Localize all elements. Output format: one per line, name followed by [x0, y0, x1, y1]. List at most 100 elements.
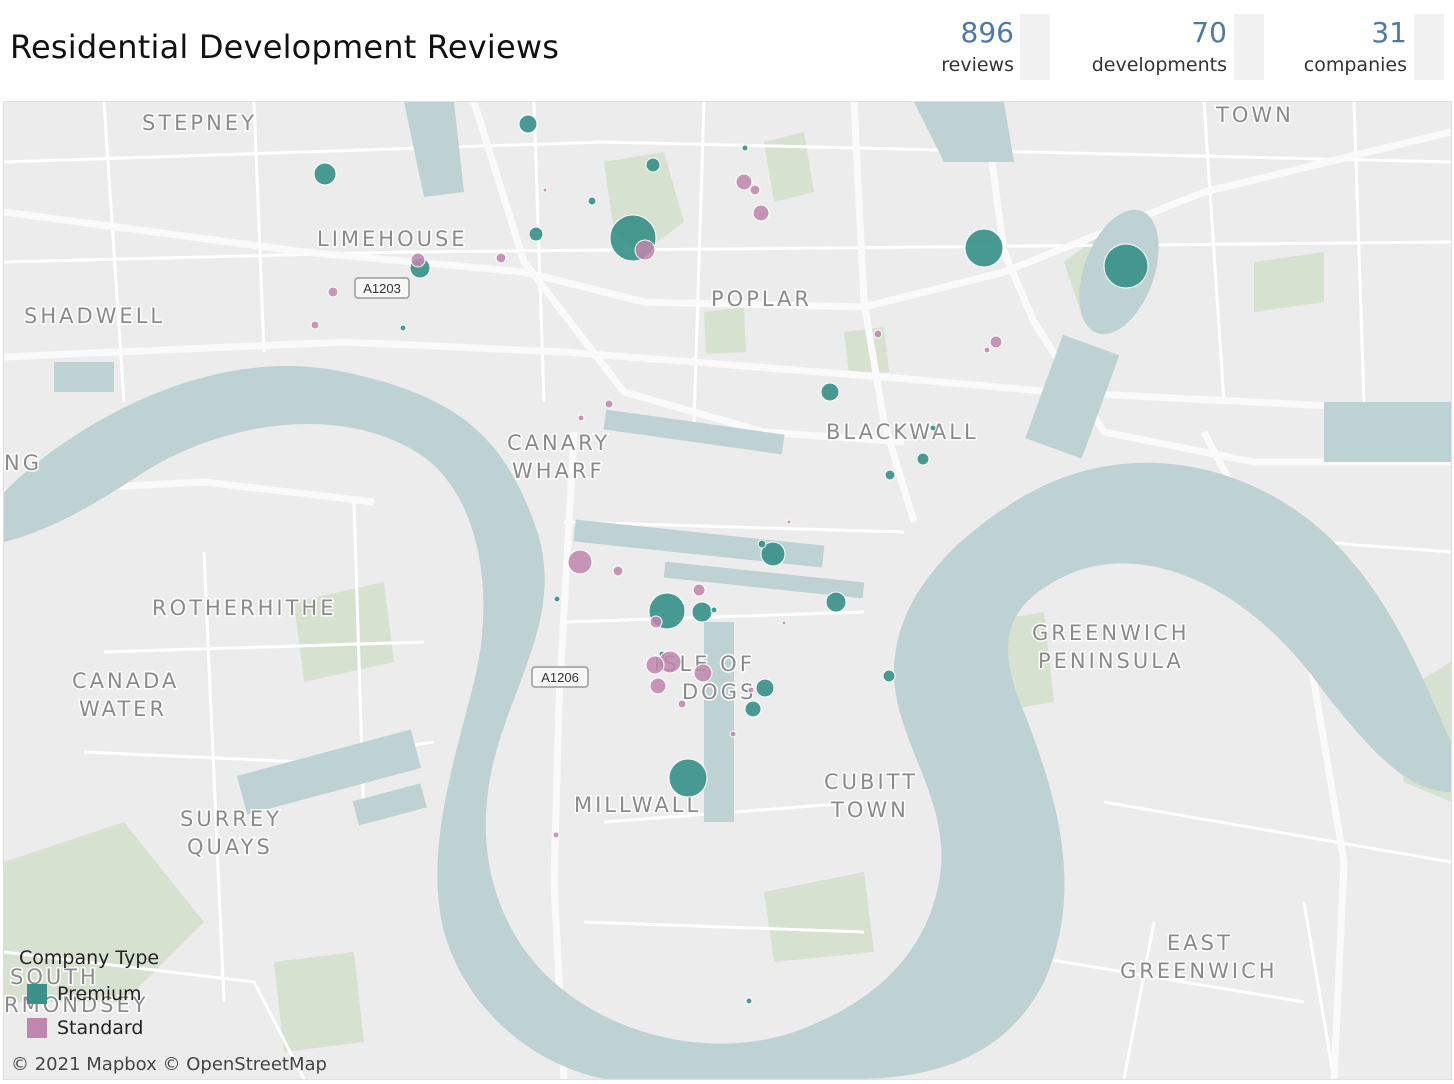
kpi-developments-label: developments: [1091, 54, 1227, 76]
development-marker[interactable]: [729, 730, 737, 738]
development-marker[interactable]: [612, 565, 624, 577]
legend-item-standard[interactable]: Standard: [19, 1011, 159, 1045]
label-canary: CANARY: [507, 431, 610, 455]
development-marker[interactable]: [552, 831, 560, 839]
kpi-companies-label: companies: [1303, 54, 1407, 76]
page-title: Residential Development Reviews: [10, 28, 560, 66]
development-marker[interactable]: [693, 663, 713, 683]
development-marker[interactable]: [745, 997, 753, 1005]
development-marker[interactable]: [528, 226, 544, 242]
development-marker[interactable]: [567, 549, 593, 575]
development-marker[interactable]: [692, 583, 706, 597]
road-label-a1203: A1203: [363, 281, 401, 296]
development-marker[interactable]: [983, 346, 991, 354]
kpi-reviews-value: 896: [960, 16, 1014, 49]
development-marker[interactable]: [649, 615, 663, 629]
label-rotherhithe: ROTHERHITHE: [152, 596, 336, 620]
development-marker[interactable]: [495, 252, 507, 264]
kpi-companies-value: 31: [1371, 16, 1407, 49]
label-shadwell: SHADWELL: [24, 304, 165, 328]
kpi-reviews-bar: [1020, 14, 1050, 80]
development-marker[interactable]: [752, 204, 770, 222]
development-marker[interactable]: [741, 144, 749, 152]
development-marker[interactable]: [825, 591, 847, 613]
legend-item-premium[interactable]: Premium: [19, 977, 159, 1011]
development-marker[interactable]: [744, 700, 762, 718]
development-marker[interactable]: [757, 539, 767, 549]
road-shield-a1203: A1203: [354, 277, 410, 299]
kpi-companies-bar: [1414, 14, 1444, 80]
legend-title: Company Type: [19, 947, 160, 969]
development-marker[interactable]: [820, 382, 840, 402]
legend-label-standard: Standard: [57, 1017, 144, 1039]
development-marker[interactable]: [518, 114, 538, 134]
label-poplar: POPLAR: [711, 287, 812, 311]
map-canvas[interactable]: A1203 A1206 STEPNEY LIMEHOUSE SHADWELL P…: [4, 102, 1451, 1079]
label-ng: NG: [4, 451, 42, 475]
development-marker[interactable]: [749, 184, 761, 196]
development-marker[interactable]: [410, 252, 426, 268]
kpi-reviews: 896 reviews: [930, 14, 1014, 76]
development-marker[interactable]: [781, 620, 787, 626]
development-marker[interactable]: [645, 157, 661, 173]
label-blackwall: BLACKWALL: [826, 420, 979, 444]
road-label-a1206: A1206: [541, 670, 579, 685]
legend-label-premium: Premium: [57, 983, 142, 1005]
development-marker[interactable]: [542, 187, 548, 193]
kpi-developments-value: 70: [1191, 16, 1227, 49]
development-marker[interactable]: [577, 414, 585, 422]
label-water: WATER: [79, 697, 167, 721]
development-marker[interactable]: [884, 469, 896, 481]
kpi-companies: 31 companies: [1300, 14, 1407, 76]
development-marker[interactable]: [747, 686, 755, 694]
development-marker[interactable]: [677, 699, 687, 709]
development-marker[interactable]: [786, 519, 792, 525]
label-wharf: WHARF: [512, 459, 605, 483]
development-marker[interactable]: [634, 239, 656, 261]
label-millwall: MILLWALL: [574, 793, 701, 817]
label-cubitt: CUBITT: [824, 770, 918, 794]
development-marker[interactable]: [929, 424, 937, 432]
development-marker[interactable]: [735, 173, 753, 191]
development-marker[interactable]: [553, 595, 561, 603]
map-legend: Company Type Premium Standard: [19, 947, 159, 1045]
label-east-greenwich: GREENWICH: [1120, 959, 1278, 983]
kpi-developments: 70 developments: [1080, 14, 1227, 76]
label-stepney: STEPNEY: [142, 111, 257, 135]
label-limehouse: LIMEHOUSE: [317, 227, 468, 251]
development-marker[interactable]: [649, 677, 667, 695]
development-marker[interactable]: [691, 601, 713, 623]
label-town-top: TOWN: [1215, 103, 1294, 127]
label-peninsula: PENINSULA: [1038, 649, 1184, 673]
legend-swatch-standard: [27, 1018, 47, 1038]
development-marker[interactable]: [587, 196, 597, 206]
development-marker[interactable]: [604, 399, 614, 409]
development-marker[interactable]: [916, 452, 930, 466]
label-quays: QUAYS: [187, 835, 273, 859]
development-marker[interactable]: [668, 758, 708, 798]
legend-swatch-premium: [27, 984, 47, 1004]
development-marker[interactable]: [645, 655, 665, 675]
label-surrey: SURREY: [180, 807, 282, 831]
label-dogs: DOGS: [682, 680, 756, 704]
development-marker[interactable]: [964, 228, 1004, 268]
map-view[interactable]: A1203 A1206 STEPNEY LIMEHOUSE SHADWELL P…: [3, 101, 1452, 1080]
kpi-reviews-label: reviews: [941, 54, 1014, 76]
development-marker[interactable]: [882, 669, 896, 683]
label-east: EAST: [1167, 931, 1233, 955]
label-greenwich: GREENWICH: [1032, 621, 1190, 645]
development-marker[interactable]: [710, 606, 718, 614]
map-attribution[interactable]: © 2021 Mapbox © OpenStreetMap: [11, 1054, 327, 1075]
development-marker[interactable]: [755, 678, 775, 698]
road-shield-a1206: A1206: [531, 666, 589, 688]
dashboard-header: Residential Development Reviews 896 revi…: [0, 0, 1454, 100]
development-marker[interactable]: [327, 286, 339, 298]
kpi-developments-bar: [1234, 14, 1264, 80]
development-marker[interactable]: [873, 329, 883, 339]
development-marker[interactable]: [313, 162, 337, 186]
development-marker[interactable]: [1103, 243, 1149, 289]
development-marker[interactable]: [399, 324, 407, 332]
development-marker[interactable]: [989, 335, 1003, 349]
label-town: TOWN: [830, 798, 909, 822]
development-marker[interactable]: [310, 320, 320, 330]
